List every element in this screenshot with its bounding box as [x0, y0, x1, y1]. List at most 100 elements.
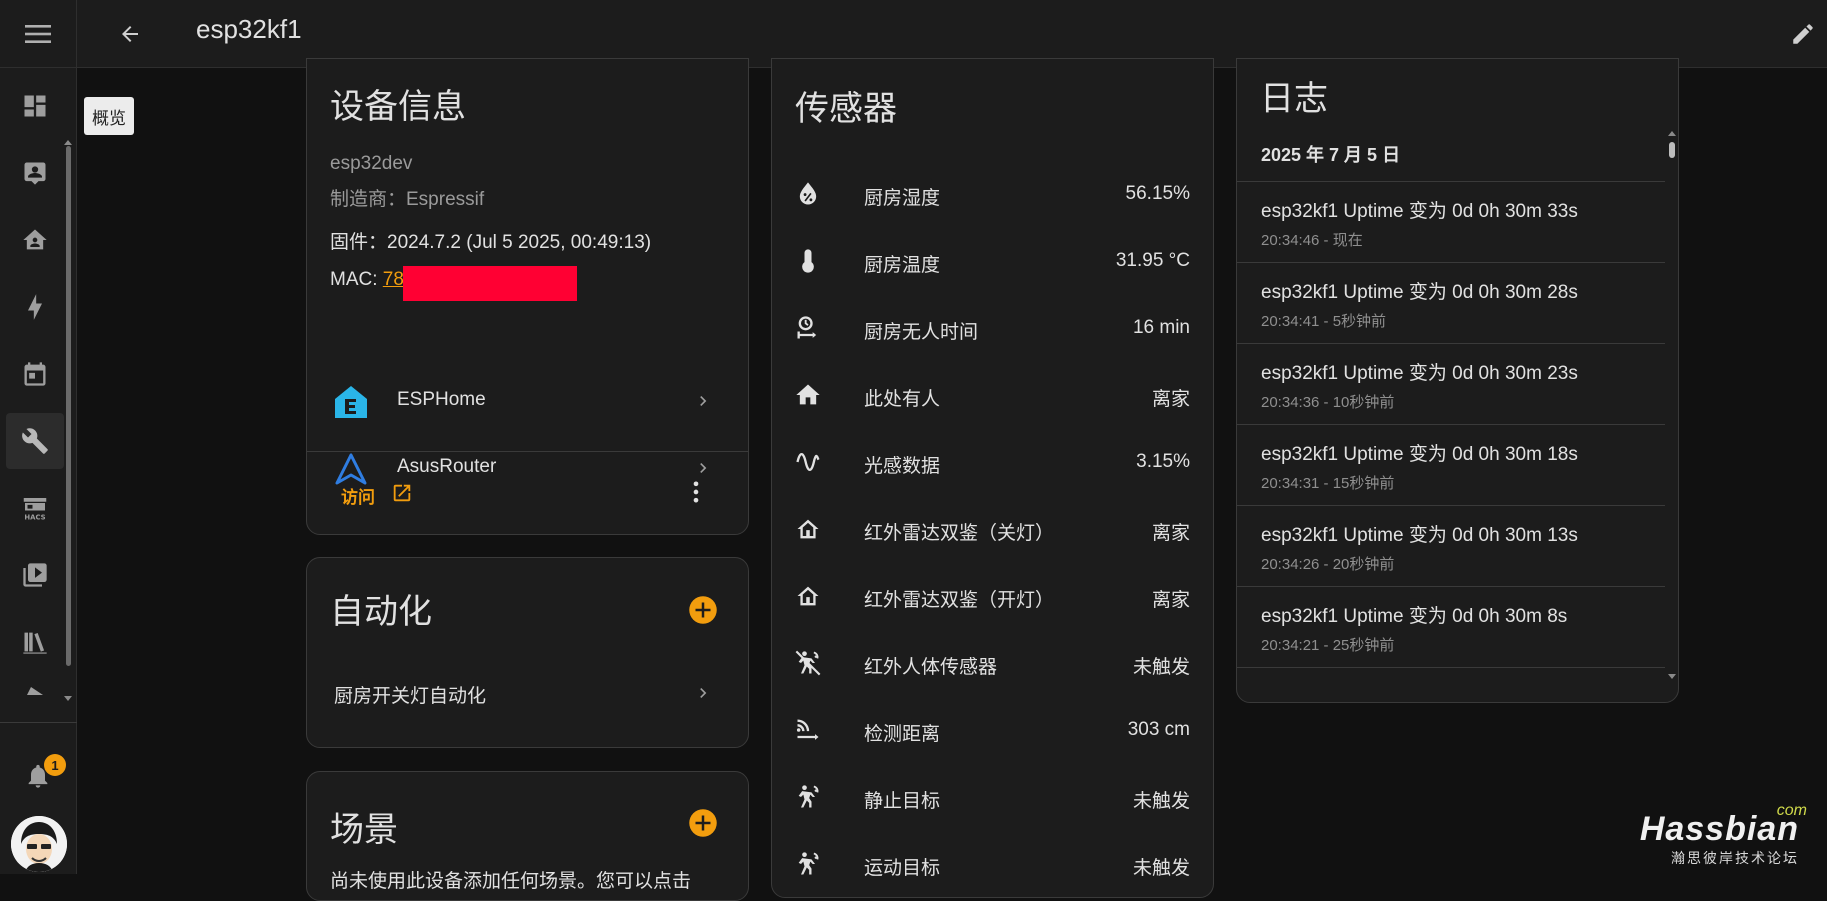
hacs-icon: HACS	[23, 498, 47, 521]
sidebar-item-calendar[interactable]	[6, 346, 64, 402]
sensor-row[interactable]: 厨房无人时间 16 min	[772, 308, 1212, 348]
logbook-entry[interactable]: esp32kf1 Uptime 变为 0d 0h 30m 8s 20:34:21 …	[1237, 587, 1665, 668]
sidebar-item-library[interactable]	[6, 614, 64, 670]
logbook-date: 2025 年 7 月 5 日	[1261, 145, 1401, 165]
sidebar-item-settings[interactable]	[6, 413, 64, 469]
mac-redaction	[403, 266, 577, 301]
device-manufacturer: 制造商：Espressif	[330, 189, 485, 210]
sensor-value: 3.15%	[1136, 451, 1190, 472]
sensor-value: 未触发	[1132, 657, 1190, 678]
motion-sensor-icon	[794, 783, 822, 811]
sensor-value: 未触发	[1132, 858, 1190, 879]
svg-text:HACS: HACS	[24, 513, 45, 521]
integration-label-esphome: ESPHome	[397, 389, 486, 410]
sidebar-tooltip: 概览	[84, 97, 134, 135]
scenes-card: 场景 尚未使用此设备添加任何场景。您可以点击	[306, 771, 749, 901]
logbook-entry-time: 20:34:36 - 10秒钟前	[1261, 394, 1395, 411]
menu-icon[interactable]	[0, 0, 77, 67]
logbook-entry[interactable]: esp32kf1 Uptime 变为 0d 0h 30m 23s 20:34:36…	[1237, 344, 1665, 425]
sensor-row[interactable]: 此处有人 离家	[772, 375, 1212, 415]
sensor-row[interactable]: 厨房湿度 56.15%	[772, 174, 1212, 214]
integration-label-asusrouter: AsusRouter	[397, 456, 497, 477]
sensor-value: 离家	[1151, 590, 1190, 611]
back-arrow-icon[interactable]	[108, 12, 152, 56]
timer-person-icon	[794, 314, 822, 342]
logbook-entry[interactable]: esp32kf1 Uptime 变为 0d 0h 30m 33s 20:34:46…	[1237, 182, 1665, 263]
sensor-row[interactable]: 红外人体传感器 未触发	[772, 643, 1212, 683]
sensor-row[interactable]: 检测距离 303 cm	[772, 710, 1212, 750]
signal-distance-icon	[794, 716, 822, 744]
sensor-name: 厨房无人时间	[864, 322, 979, 343]
sensor-value: 未触发	[1132, 791, 1190, 812]
sensor-row[interactable]: 静止目标 未触发	[772, 777, 1212, 817]
thermometer-icon	[794, 247, 822, 275]
dashboard-icon	[24, 95, 46, 117]
log-scrollbar[interactable]	[1669, 142, 1675, 158]
sidebar-item-home[interactable]	[6, 212, 64, 268]
sidebar-item-person[interactable]	[6, 145, 64, 201]
open-in-new-icon	[393, 484, 411, 502]
logbook-entry-time: 20:34:21 - 25秒钟前	[1261, 637, 1395, 654]
sensor-name: 红外雷达双鉴（关灯）	[864, 523, 1055, 544]
logbook-entry-message: esp32kf1 Uptime 变为 0d 0h 30m 28s	[1261, 282, 1578, 303]
watermark-tagline: 瀚思彼岸技术论坛	[1671, 850, 1799, 866]
add-scene-icon[interactable]	[688, 808, 718, 838]
sensor-row[interactable]: 光感数据 3.15%	[772, 442, 1212, 482]
sidebar-item-media[interactable]	[6, 547, 64, 603]
automation-item[interactable]: 厨房开关灯自动化	[307, 671, 748, 717]
add-automation-icon[interactable]	[688, 595, 718, 625]
device-mac: MAC: 78	[330, 269, 404, 291]
page-title: esp32kf1	[196, 14, 302, 44]
more-vertical-icon[interactable]	[682, 478, 710, 506]
integration-row-esphome[interactable]: ESPHome	[307, 373, 748, 429]
sidebar-item-overview[interactable]	[6, 78, 64, 134]
logbook-entry[interactable]: esp32kf1 Uptime 变为 0d 0h 30m 28s 20:34:41…	[1237, 263, 1665, 344]
sensor-name: 红外人体传感器	[864, 657, 998, 678]
log-scroll-up-arrow-icon[interactable]	[1668, 131, 1676, 136]
sidebar-item-energy[interactable]	[6, 279, 64, 335]
sensor-value: 56.15%	[1125, 183, 1190, 204]
visit-link[interactable]: 访问	[341, 483, 411, 508]
sensor-value: 16 min	[1132, 317, 1190, 338]
sensor-value: 31.95 °C	[1115, 250, 1190, 271]
device-info-card: 设备信息 esp32dev 制造商：Espressif 固件：2024.7.2 …	[306, 58, 749, 535]
hassbian-watermark-logo: com Hassbian 瀚思彼岸技术论坛	[1607, 802, 1807, 868]
sensors-title: 传感器	[795, 90, 897, 128]
avatar[interactable]	[11, 816, 67, 872]
sensor-name: 静止目标	[864, 791, 941, 812]
logbook-entry-message: esp32kf1 Uptime 变为 0d 0h 30m 23s	[1261, 363, 1578, 384]
sidebar-item-hacs[interactable]: HACS	[6, 480, 64, 536]
sidebar-divider	[0, 722, 77, 723]
bookshelf-icon	[23, 632, 47, 654]
pencil-edit-icon[interactable]	[1779, 10, 1827, 58]
sensor-row[interactable]: 厨房温度 31.95 °C	[772, 241, 1212, 281]
sidebar-item-partial[interactable]	[6, 676, 64, 706]
scroll-up-arrow-icon[interactable]	[64, 140, 72, 145]
scenes-description: 尚未使用此设备添加任何场景。您可以点击	[330, 871, 692, 892]
sensor-row[interactable]: 运动目标 未触发	[772, 844, 1212, 884]
notifications-button[interactable]: 1	[18, 754, 66, 796]
logbook-entry[interactable]: esp32kf1 Uptime 变为 0d 0h 30m 18s 20:34:31…	[1237, 425, 1665, 506]
logbook-entry-message: esp32kf1 Uptime 变为 0d 0h 30m 13s	[1261, 525, 1578, 546]
sensor-row[interactable]: 红外雷达双鉴（关灯） 离家	[772, 509, 1212, 549]
device-info-title: 设备信息	[330, 88, 466, 126]
sensor-name: 光感数据	[864, 456, 941, 477]
device-model: esp32dev	[330, 153, 413, 174]
home-outline-icon	[794, 582, 822, 610]
card-divider	[307, 451, 748, 452]
log-scroll-down-arrow-icon[interactable]	[1668, 674, 1676, 679]
sensor-name: 运动目标	[864, 858, 941, 879]
logbook-entry-message: esp32kf1 Uptime 变为 0d 0h 30m 33s	[1261, 201, 1578, 222]
logbook-entry-time: 20:34:26 - 20秒钟前	[1261, 556, 1395, 573]
logbook-entry-message: esp32kf1 Uptime 变为 0d 0h 30m 18s	[1261, 444, 1578, 465]
logbook-entry-message: esp32kf1 Uptime 变为 0d 0h 30m 8s	[1261, 606, 1568, 627]
sensor-name: 此处有人	[864, 389, 941, 410]
scroll-down-arrow-icon[interactable]	[64, 696, 72, 701]
logbook-entry-time: 20:34:46 - 现在	[1261, 232, 1363, 249]
mac-link[interactable]: 78	[383, 269, 404, 290]
logbook-entry[interactable]: esp32kf1 Uptime 变为 0d 0h 30m 13s 20:34:26…	[1237, 506, 1665, 587]
sensor-row[interactable]: 红外雷达双鉴（开灯） 离家	[772, 576, 1212, 616]
partial-nav-icon	[27, 687, 43, 695]
sensor-name: 红外雷达双鉴（开灯）	[864, 590, 1055, 611]
sidebar-scrollbar[interactable]	[66, 146, 71, 666]
